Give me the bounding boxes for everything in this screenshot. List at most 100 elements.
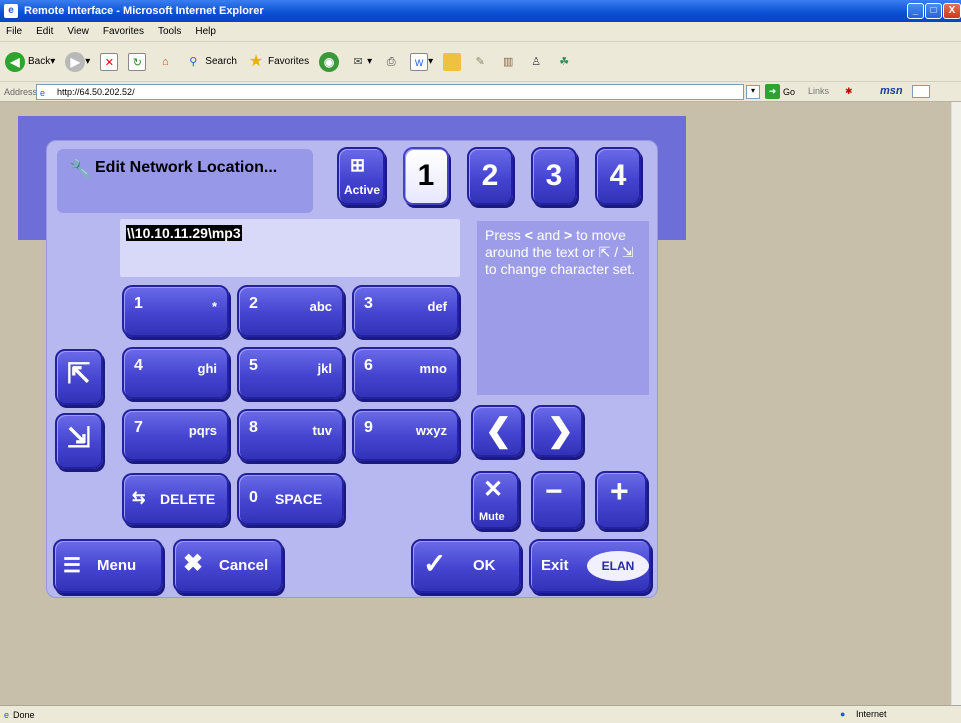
title-bar: e Remote Interface - Microsoft Internet … <box>0 0 961 22</box>
mail-button[interactable]: ✉ ▾ <box>349 49 373 75</box>
go-arrow-icon: ➜ <box>765 84 780 99</box>
star-icon: ★ <box>248 52 264 70</box>
tab-4[interactable]: 4 <box>595 147 641 205</box>
print-button[interactable]: ⎙ <box>382 49 400 75</box>
toolbar: ◀ Back ▾ ▶ ▾ ✕ ↻ ⌂ ⚲ Search ★ Favorites ◉ ✉… <box>0 42 961 82</box>
ok-button[interactable]: ✓ OK <box>411 539 521 593</box>
discuss-icon: ☘ <box>559 55 570 68</box>
elan-panel: 🔧 Edit Network Location... ⊞ Active 1 2 … <box>46 140 658 598</box>
page-icon: e <box>40 88 46 98</box>
text-field[interactable]: \\10.10.11.29\mp3 <box>120 219 460 277</box>
checkmark-icon: ✓ <box>423 548 447 579</box>
maximize-button[interactable]: □ <box>925 3 942 19</box>
menu-edit[interactable]: Edit <box>36 26 53 37</box>
menu-bar: File Edit View Favorites Tools Help <box>0 22 961 42</box>
tools-icon: ✎ <box>475 55 485 68</box>
favorites-button[interactable]: ★ Favorites <box>247 49 309 75</box>
close-button[interactable]: X <box>943 3 961 19</box>
address-input[interactable]: e http://64.50.202.52/ <box>36 84 744 100</box>
msn-dropdown[interactable] <box>912 85 930 98</box>
status-bar: e Done ● Internet <box>0 705 961 723</box>
cursor-right-button[interactable]: ❯ <box>531 405 583 457</box>
home-button[interactable]: ⌂ <box>156 49 174 75</box>
search-button[interactable]: ⚲ Search <box>184 49 237 75</box>
spyware-icon[interactable]: ✱ <box>845 86 853 97</box>
edit-button[interactable]: W ▾ <box>410 49 433 75</box>
key-4[interactable]: 4 ghi <box>122 347 229 399</box>
minimize-button[interactable]: _ <box>907 3 924 19</box>
tab-2[interactable]: 2 <box>467 147 513 205</box>
key-8[interactable]: 8 tuv <box>237 409 344 461</box>
key-6[interactable]: 6 mno <box>352 347 459 399</box>
close-x-icon: ✖ <box>183 550 204 577</box>
menu-view[interactable]: View <box>67 26 89 37</box>
folder-button[interactable] <box>443 49 462 75</box>
cursor-left-button[interactable]: ❮ <box>471 405 523 457</box>
media-button[interactable]: ◉ <box>319 49 340 75</box>
text-value: \\10.10.11.29\mp3 <box>126 225 242 241</box>
help-text: Press < and > to move around the text or… <box>477 221 649 395</box>
charset-down-button[interactable]: ⇲ <box>55 413 103 469</box>
zone-label: Internet <box>856 709 887 719</box>
menu-file[interactable]: File <box>6 26 22 37</box>
address-label: Address <box>4 86 38 97</box>
refresh-icon: ↻ <box>128 52 147 71</box>
page-status-icon: e <box>4 709 10 720</box>
cancel-button[interactable]: ✖ Cancel <box>173 539 283 593</box>
active-button[interactable]: ⊞ Active <box>337 147 385 205</box>
menu-tools[interactable]: Tools <box>158 26 181 37</box>
charset-up-button[interactable]: ⇱ <box>55 349 103 405</box>
stop-button[interactable]: ✕ <box>100 49 119 75</box>
forward-button[interactable]: ▶ ▾ <box>65 49 90 75</box>
tab-1[interactable]: 1 <box>403 147 449 205</box>
tools-button[interactable]: ✎ <box>471 49 489 75</box>
links-label[interactable]: Links <box>808 86 829 96</box>
globe-icon: ● <box>840 709 846 719</box>
people-icon: ♙ <box>531 55 542 68</box>
browser-window: e Remote Interface - Microsoft Internet … <box>0 0 961 723</box>
folder-icon <box>443 52 462 71</box>
print-icon: ⎙ <box>386 55 396 68</box>
key-2[interactable]: 2 abc <box>237 285 344 337</box>
page-down-icon: ⇲ <box>67 422 91 453</box>
key-3[interactable]: 3 def <box>352 285 459 337</box>
mail-icon: ✉ <box>353 55 363 68</box>
discuss-button[interactable]: ☘ <box>555 49 573 75</box>
key-0[interactable]: 0 SPACE <box>237 473 344 525</box>
key-5[interactable]: 5 jkl <box>237 347 344 399</box>
research-button[interactable]: ▥ <box>499 49 517 75</box>
messenger-button[interactable]: ♙ <box>527 49 545 75</box>
go-button[interactable]: ➜ Go <box>765 84 795 99</box>
chevron-left-icon: ❮ <box>485 412 512 448</box>
window-title: Remote Interface - Microsoft Internet Ex… <box>24 5 264 17</box>
key-7[interactable]: 7 pqrs <box>122 409 229 461</box>
volume-up-button[interactable]: + <box>595 471 647 529</box>
menu-help[interactable]: Help <box>195 26 216 37</box>
minus-icon: − <box>545 475 563 508</box>
menu-favorites[interactable]: Favorites <box>103 26 144 37</box>
key-9[interactable]: 9 wxyz <box>352 409 459 461</box>
page-title: 🔧 Edit Network Location... <box>57 149 313 213</box>
plus-icon: + <box>610 473 629 509</box>
book-icon: ▥ <box>502 55 514 68</box>
charset-up-icon: ⇱ <box>598 244 611 260</box>
forward-arrow-icon: ▶ <box>65 51 86 72</box>
page-content: 🔧 Edit Network Location... ⊞ Active 1 2 … <box>0 102 951 705</box>
msn-button[interactable]: msn <box>880 85 903 97</box>
grid-icon: ⊞ <box>350 155 366 175</box>
back-button[interactable]: ◀ Back ▾ <box>5 49 55 75</box>
mute-button[interactable]: ✕ Mute <box>471 471 519 529</box>
chevron-right-icon: ❯ <box>547 412 574 448</box>
refresh-button[interactable]: ↻ <box>128 49 147 75</box>
exit-button[interactable]: Exit ELAN <box>529 539 651 593</box>
search-icon: ⚲ <box>189 55 198 68</box>
address-dropdown[interactable]: ▾ <box>746 85 760 99</box>
home-icon: ⌂ <box>161 55 169 68</box>
menu-button[interactable]: ☰ Menu <box>53 539 163 593</box>
vertical-scrollbar[interactable] <box>951 102 961 705</box>
delete-button[interactable]: ⇆ DELETE <box>122 473 229 525</box>
charset-down-icon: ⇲ <box>622 244 634 260</box>
volume-down-button[interactable]: − <box>531 471 583 529</box>
tab-3[interactable]: 3 <box>531 147 577 205</box>
key-1[interactable]: 1 * <box>122 285 229 337</box>
